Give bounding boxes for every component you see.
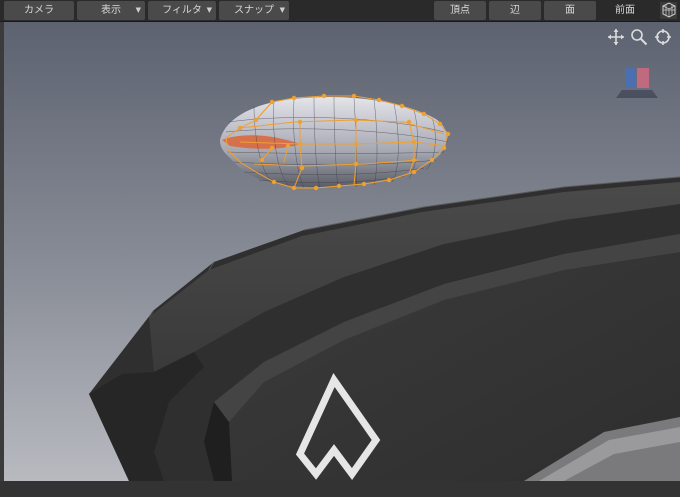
viewport-scene[interactable]	[4, 22, 680, 481]
view-name-label: 前面	[615, 5, 635, 16]
vertex-mode-label: 頂点	[450, 5, 470, 16]
3d-viewport[interactable]	[4, 22, 680, 481]
view-name-button[interactable]: 前面	[599, 1, 651, 20]
orbit-icon[interactable]	[654, 28, 672, 46]
face-mode-button[interactable]: 面	[544, 1, 596, 20]
chevron-down-icon: ▼	[279, 6, 285, 14]
filter-menu-label: フィルタ	[162, 5, 202, 16]
chevron-down-icon: ▼	[135, 6, 141, 14]
cube-grid-icon[interactable]	[659, 1, 678, 20]
display-menu-label: 表示	[101, 5, 121, 16]
edge-mode-button[interactable]: 辺	[489, 1, 541, 20]
camera-menu-label: カメラ	[24, 5, 54, 16]
move-icon[interactable]	[607, 28, 625, 46]
view-cube-icon[interactable]	[614, 66, 660, 100]
filter-menu-button[interactable]: フィルタ ▼	[148, 1, 216, 20]
chevron-down-icon: ▼	[206, 6, 212, 14]
snap-menu-label: スナップ	[234, 5, 274, 16]
camera-menu-button[interactable]: カメラ	[4, 1, 74, 20]
viewport-toolbar: カメラ 表示 ▼ フィルタ ▼ スナップ ▼ 頂点 辺 面 前面	[0, 0, 680, 22]
vertex-mode-button[interactable]: 頂点	[434, 1, 486, 20]
edge-mode-label: 辺	[510, 5, 520, 16]
face-mode-label: 面	[565, 5, 575, 16]
snap-menu-button[interactable]: スナップ ▼	[219, 1, 289, 20]
display-menu-button[interactable]: 表示 ▼	[77, 1, 145, 20]
magnifier-icon[interactable]	[630, 28, 648, 46]
status-bar	[0, 481, 680, 497]
